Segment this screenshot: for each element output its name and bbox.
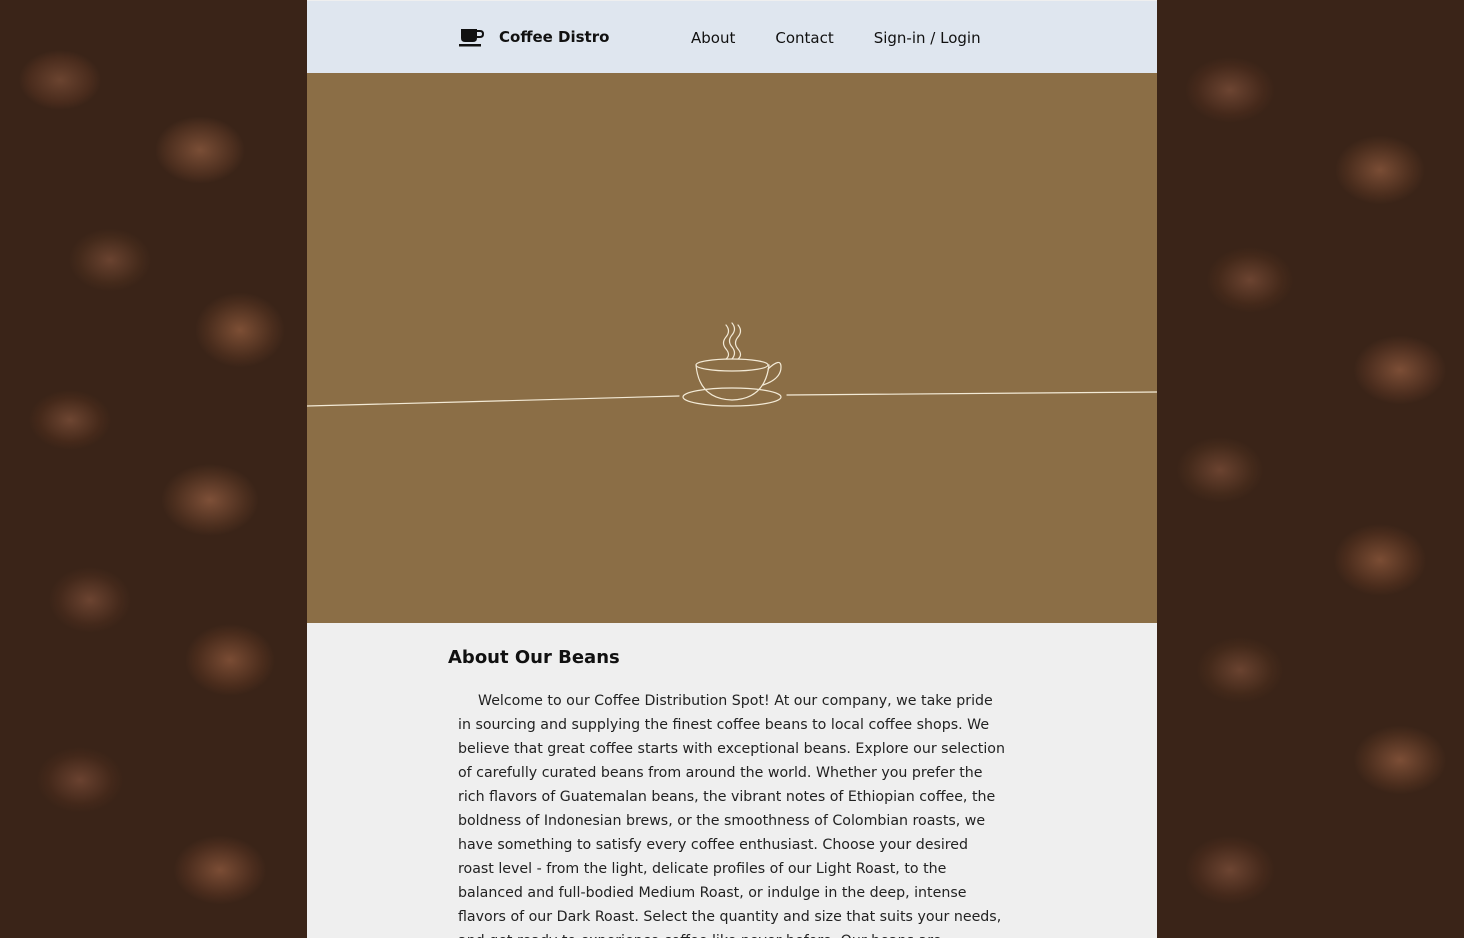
about-section: About Our Beans Welcome to our Coffee Di…	[307, 623, 1157, 938]
brand[interactable]: Coffee Distro	[459, 25, 609, 49]
about-body: Welcome to our Coffee Distribution Spot!…	[458, 693, 1005, 938]
cup-body	[695, 364, 770, 401]
nav-link-contact[interactable]: Contact	[775, 27, 833, 49]
navbar: Coffee Distro About Contact Sign-in / Lo…	[307, 1, 1157, 73]
nav-link-sign-in[interactable]: Sign-in / Login	[874, 27, 981, 49]
about-title: About Our Beans	[448, 647, 620, 668]
saucer	[682, 387, 782, 407]
nav-link-about[interactable]: About	[691, 27, 735, 49]
coffee-cup-line-icon	[307, 322, 1157, 407]
cup-handle	[762, 361, 782, 386]
cup-rim	[695, 358, 769, 372]
steam-3	[734, 324, 742, 360]
page-container: Coffee Distro About Contact Sign-in / Lo…	[307, 0, 1157, 938]
steam-1	[722, 324, 730, 360]
steam-2	[728, 322, 736, 360]
coffee-cup-icon	[459, 26, 485, 48]
hero-line-right	[786, 391, 1157, 396]
hero-line-left	[307, 395, 680, 407]
nav-links: About Contact Sign-in / Login	[691, 27, 1021, 49]
hero-banner	[307, 73, 1157, 623]
brand-name: Coffee Distro	[499, 28, 610, 46]
